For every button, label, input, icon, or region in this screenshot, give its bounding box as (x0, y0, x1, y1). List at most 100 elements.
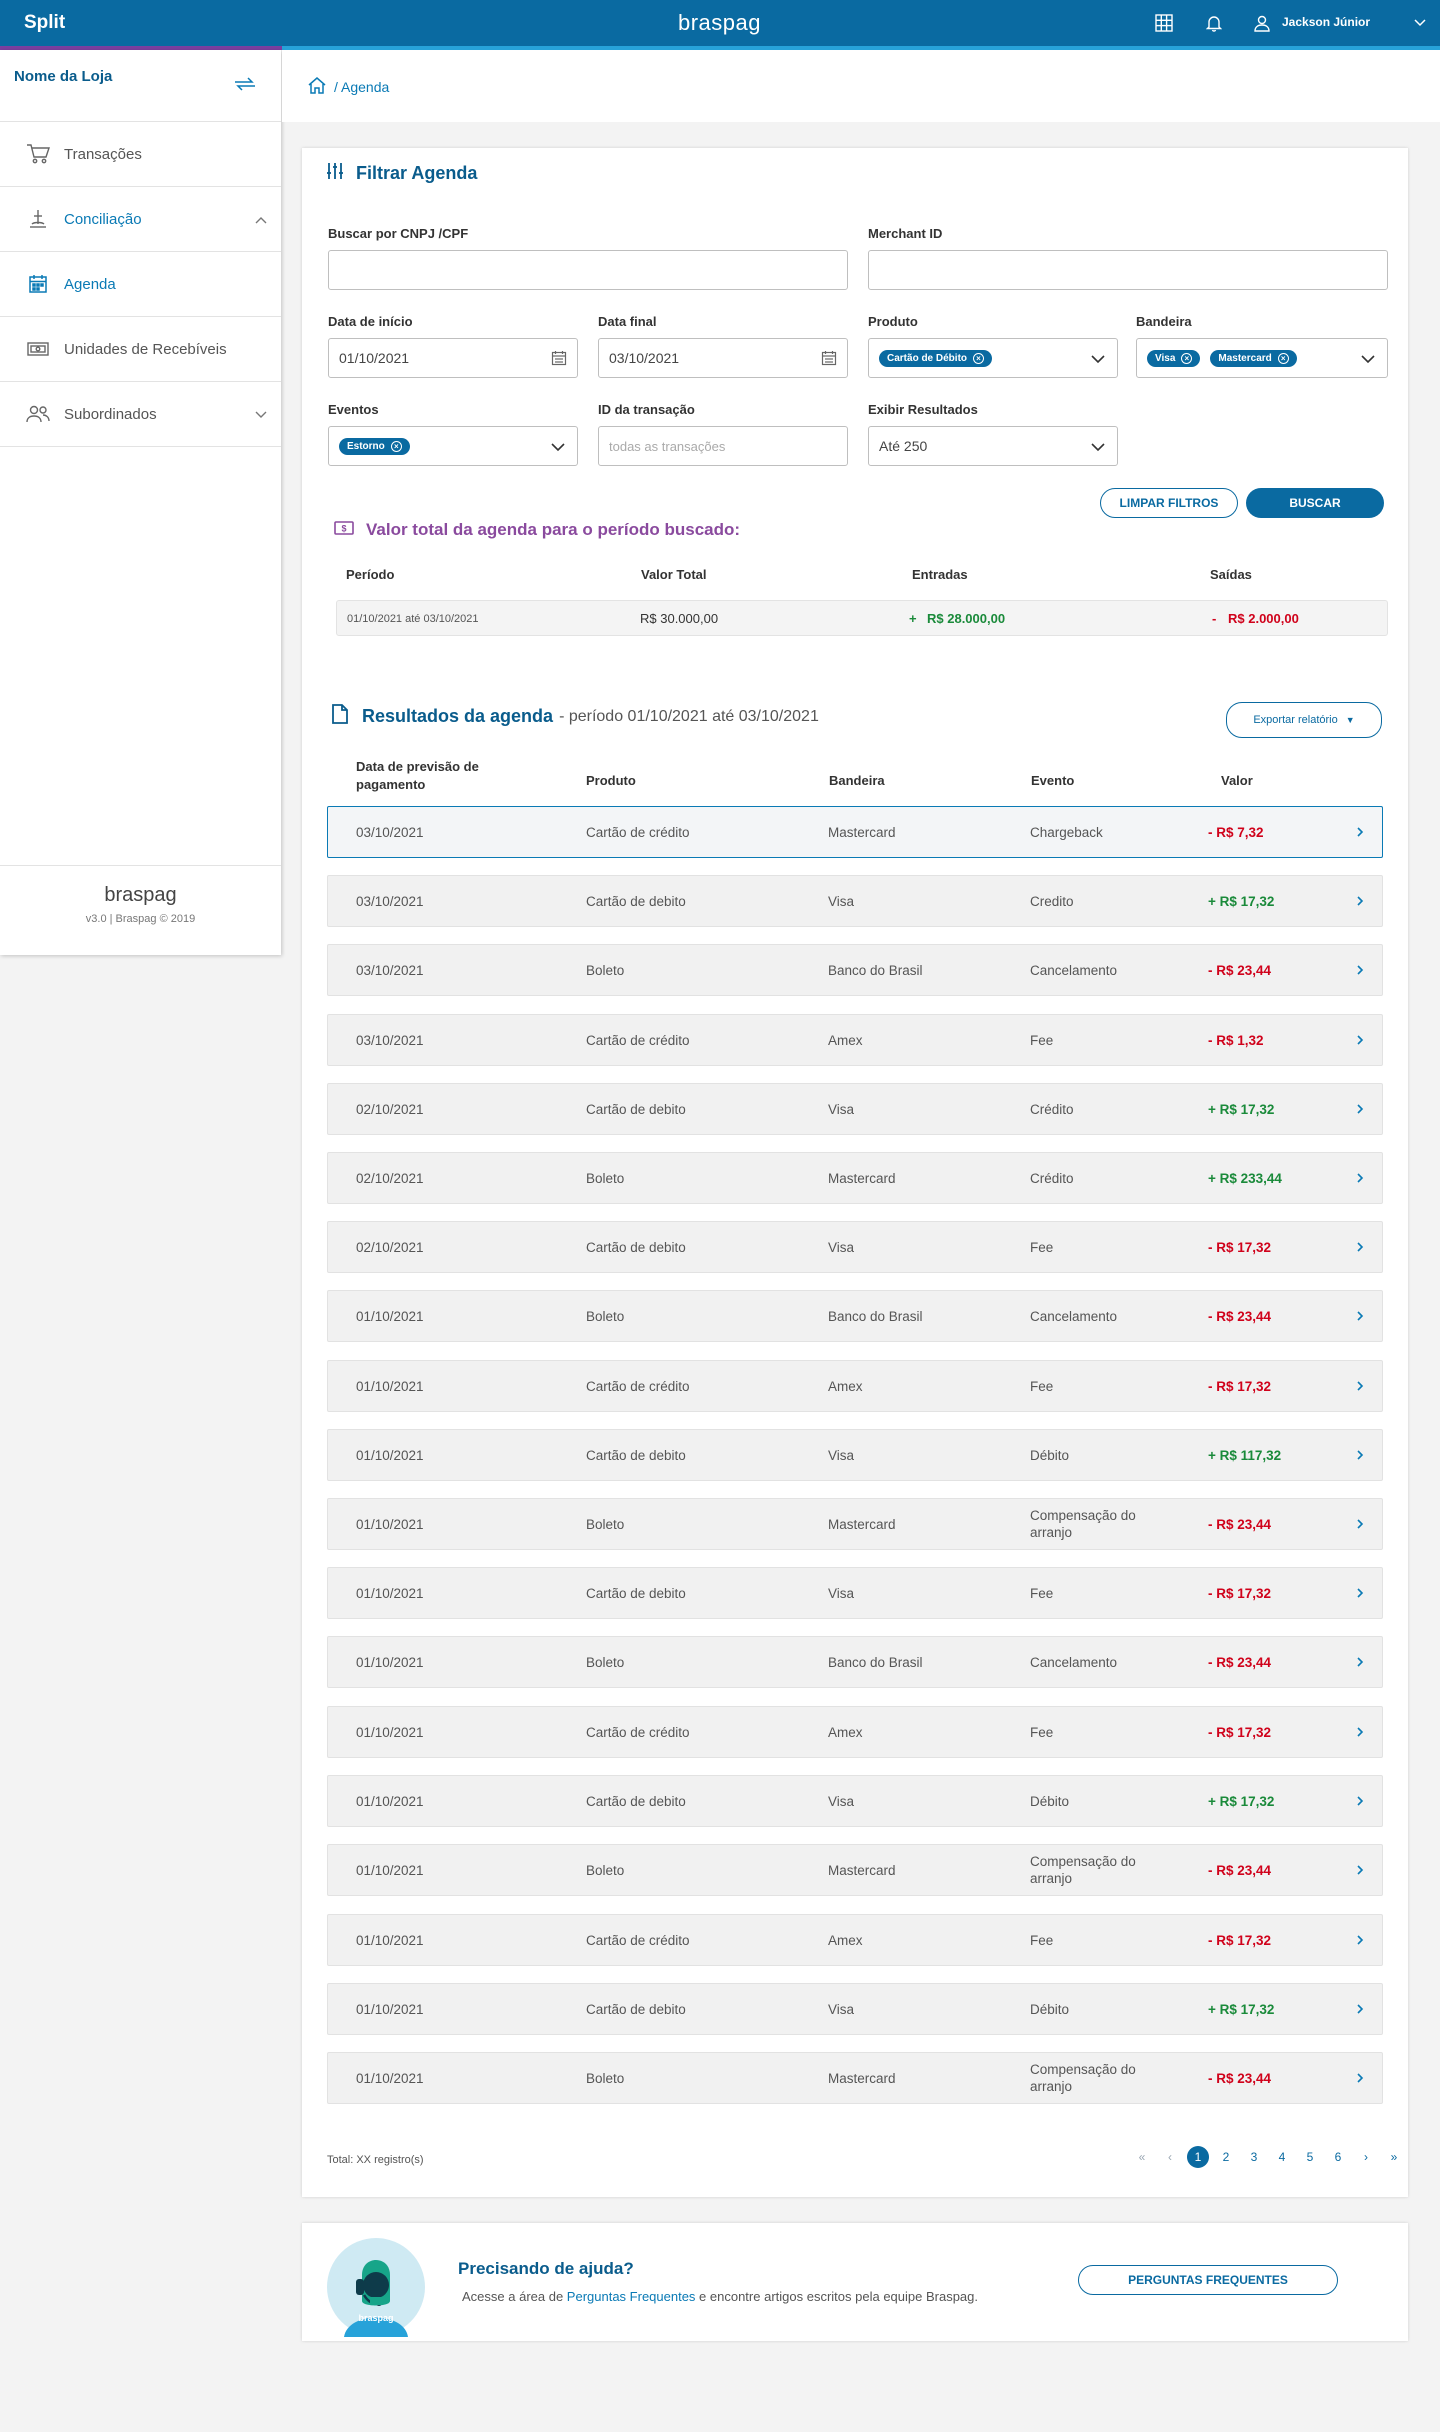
refresh-icon[interactable] (232, 74, 258, 99)
calendar-icon[interactable] (821, 350, 837, 369)
table-row[interactable]: 03/10/2021 Cartão de crédito Mastercard Cha… (327, 806, 1383, 858)
chevron-right-icon[interactable] (1356, 1725, 1364, 1743)
chevron-right-icon[interactable] (1356, 1448, 1364, 1466)
chevron-right-icon[interactable] (1356, 825, 1364, 843)
chevron-right-icon[interactable] (1356, 1794, 1364, 1812)
chevron-right-icon[interactable] (1356, 1655, 1364, 1673)
chevron-down-icon[interactable] (1410, 13, 1430, 33)
produto-select[interactable]: Cartão de Débito × (868, 338, 1118, 378)
chevron-right-icon[interactable] (1356, 1933, 1364, 1951)
user-icon[interactable] (1252, 13, 1272, 33)
chevron-right-icon[interactable] (1356, 1517, 1364, 1535)
chevron-right-icon[interactable] (1356, 2002, 1364, 2020)
table-row[interactable]: 03/10/2021 Cartão de debito Visa Credito + R… (327, 875, 1383, 927)
next-page-icon[interactable]: › (1352, 2150, 1380, 2164)
chevron-right-icon[interactable] (1356, 963, 1364, 981)
table-row[interactable]: 01/10/2021 Cartão de crédito Amex Fee - R$ 1… (327, 1706, 1383, 1758)
exibir-select[interactable]: Até 250 (868, 426, 1118, 466)
chevron-right-icon[interactable] (1356, 1102, 1364, 1120)
table-row[interactable]: 02/10/2021 Cartão de debito Visa Crédito + R… (327, 1083, 1383, 1135)
last-page-icon[interactable]: » (1380, 2150, 1408, 2164)
start-date-input[interactable]: 01/10/2021 (328, 338, 578, 378)
table-row[interactable]: 02/10/2021 Cartão de debito Visa Fee - R$ 17… (327, 1221, 1383, 1273)
bandeira-select[interactable]: Visa × Mastercard × (1136, 338, 1388, 378)
bell-icon[interactable] (1204, 13, 1224, 33)
close-icon[interactable]: × (973, 352, 985, 364)
table-row[interactable]: 01/10/2021 Cartão de debito Visa Débito + R$… (327, 1429, 1383, 1481)
eventos-chip[interactable]: Estorno × (339, 437, 410, 455)
chevron-right-icon[interactable] (1356, 1379, 1364, 1397)
table-row[interactable]: 02/10/2021 Boleto Mastercard Crédito + R$ 23… (327, 1152, 1383, 1204)
chevron-right-icon[interactable] (1356, 894, 1364, 912)
chevron-up-icon[interactable] (255, 211, 267, 229)
chevron-down-icon[interactable] (1091, 439, 1105, 455)
breadcrumb-current[interactable]: / Agenda (334, 79, 389, 95)
search-button[interactable]: BUSCAR (1246, 488, 1384, 518)
chevron-right-icon[interactable] (1356, 2071, 1364, 2089)
home-icon[interactable] (308, 77, 326, 99)
table-row[interactable]: 01/10/2021 Boleto Mastercard Compensação do… (327, 1498, 1383, 1550)
faq-link[interactable]: Perguntas Frequentes (567, 2289, 696, 2304)
user-name[interactable]: Jackson Júnior (1282, 15, 1370, 29)
bandeira-chip[interactable]: Visa × (1147, 349, 1201, 367)
chevron-down-icon[interactable] (1361, 351, 1375, 367)
chevron-down-icon[interactable] (255, 406, 267, 424)
start-date-label: Data de início (328, 314, 413, 329)
transacao-input[interactable]: todas as transações (598, 426, 848, 466)
grid-icon[interactable] (1154, 13, 1174, 33)
chevron-right-icon[interactable] (1356, 1033, 1364, 1051)
chevron-right-icon[interactable] (1356, 1240, 1364, 1258)
chevron-right-icon[interactable] (1356, 1309, 1364, 1327)
page-button[interactable]: 1 (1187, 2146, 1209, 2168)
row-date: 03/10/2021 (356, 963, 424, 978)
top-bar: Split braspag Jackson Júnior (0, 0, 1440, 50)
sidebar-item-conciliacao[interactable]: Conciliação (0, 187, 281, 252)
table-row[interactable]: 01/10/2021 Cartão de debito Visa Débito + R$… (327, 1775, 1383, 1827)
table-row[interactable]: 01/10/2021 Cartão de debito Visa Débito + R$… (327, 1983, 1383, 2035)
sidebar-item-subordinados[interactable]: Subordinados (0, 382, 281, 447)
produto-chip[interactable]: Cartão de Débito × (879, 349, 993, 367)
prev-page-icon[interactable]: ‹ (1156, 2150, 1184, 2164)
end-date-input[interactable]: 03/10/2021 (598, 338, 848, 378)
table-row[interactable]: 01/10/2021 Boleto Mastercard Compensação do… (327, 2052, 1383, 2104)
table-row[interactable]: 03/10/2021 Cartão de crédito Amex Fee - R$ 1… (327, 1014, 1383, 1066)
table-row[interactable]: 03/10/2021 Boleto Banco do Brasil Cancelame… (327, 944, 1383, 996)
table-row[interactable]: 01/10/2021 Cartão de crédito Amex Fee - R$ 1… (327, 1914, 1383, 1966)
bandeira-chip[interactable]: Mastercard × (1210, 349, 1297, 367)
saidas-sign: - (1212, 611, 1217, 626)
cnpj-input[interactable] (328, 250, 848, 290)
table-row[interactable]: 01/10/2021 Boleto Mastercard Compensação do… (327, 1844, 1383, 1896)
page-button[interactable]: 3 (1240, 2150, 1268, 2164)
table-row[interactable]: 01/10/2021 Cartão de debito Visa Fee - R$ 17… (327, 1567, 1383, 1619)
page-button[interactable]: 5 (1296, 2150, 1324, 2164)
calendar-icon[interactable] (551, 350, 567, 369)
table-row[interactable]: 01/10/2021 Boleto Banco do Brasil Cancelame… (327, 1290, 1383, 1342)
table-row[interactable]: 01/10/2021 Cartão de crédito Amex Fee - R$ 1… (327, 1360, 1383, 1412)
chevron-down-icon[interactable] (551, 439, 565, 455)
sidebar-item-agenda[interactable]: Agenda (0, 252, 281, 317)
chevron-right-icon[interactable] (1356, 1171, 1364, 1189)
clear-filters-button[interactable]: LIMPAR FILTROS (1100, 488, 1238, 518)
close-icon[interactable]: × (1277, 352, 1289, 364)
page-button[interactable]: 2 (1212, 2150, 1240, 2164)
sidebar-item-unidades[interactable]: Unidades de Recebíveis (0, 317, 281, 382)
faq-button[interactable]: PERGUNTAS FREQUENTES (1078, 2265, 1338, 2295)
table-row[interactable]: 01/10/2021 Boleto Banco do Brasil Cancelame… (327, 1636, 1383, 1688)
chevron-right-icon[interactable] (1356, 1586, 1364, 1604)
merchant-input[interactable] (868, 250, 1388, 290)
sidebar-item-transacoes[interactable]: Transações (0, 122, 281, 187)
export-button[interactable]: Exportar relatório ▼ (1226, 702, 1382, 738)
chevron-down-icon[interactable] (1091, 351, 1105, 367)
totals-saidas: R$ 2.000,00 (1228, 611, 1299, 626)
row-evento: Fee (1030, 1725, 1054, 1740)
brand-logo[interactable]: braspag (678, 10, 761, 36)
close-icon[interactable]: × (1181, 352, 1193, 364)
eventos-select[interactable]: Estorno × (328, 426, 578, 466)
first-page-icon[interactable]: « (1128, 2150, 1156, 2164)
page-button[interactable]: 4 (1268, 2150, 1296, 2164)
page-button[interactable]: 6 (1324, 2150, 1352, 2164)
close-icon[interactable]: × (390, 440, 402, 452)
support-avatar: braspag (326, 2237, 426, 2342)
chevron-right-icon[interactable] (1356, 1863, 1364, 1881)
app-title[interactable]: Split (24, 12, 65, 34)
